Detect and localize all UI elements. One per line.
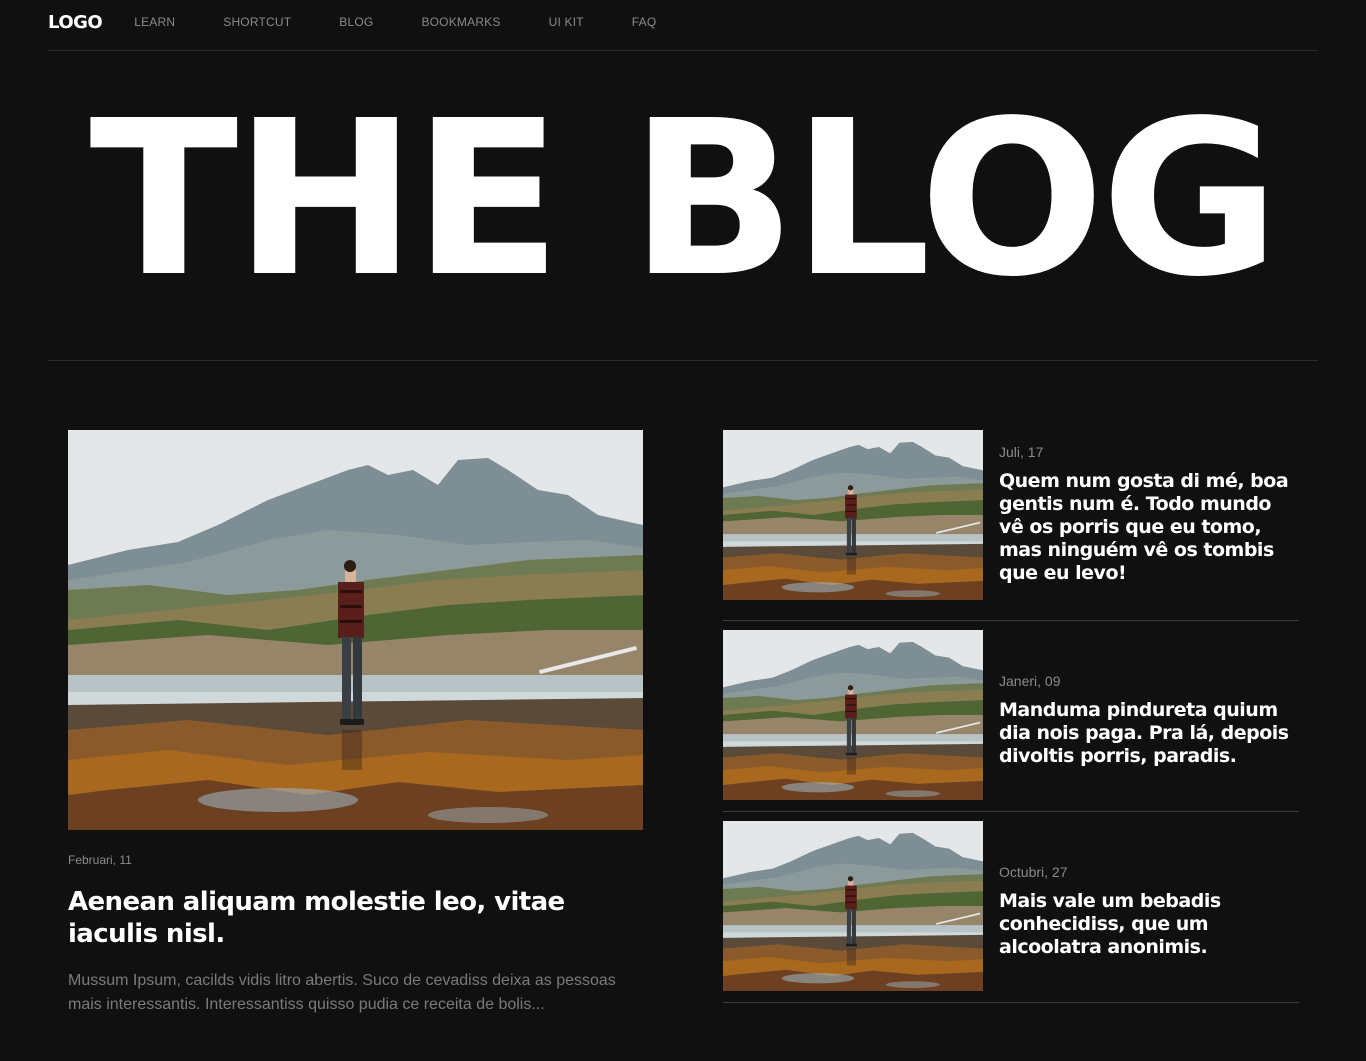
post-thumbnail[interactable] — [723, 430, 983, 600]
nav-link-ui-kit[interactable]: UI KIT — [549, 15, 584, 29]
nav-link-bookmarks[interactable]: BOOKMARKS — [421, 15, 500, 29]
post-text: Janeri, 09 Manduma pindureta quium dia n… — [983, 630, 1299, 811]
list-item[interactable]: Janeri, 09 Manduma pindureta quium dia n… — [723, 621, 1299, 812]
featured-post[interactable]: Februari, 11 Aenean aliquam molestie leo… — [68, 430, 643, 1017]
top-navigation: LOGO LEARN SHORTCUT BLOG BOOKMARKS UI KI… — [48, 0, 1318, 51]
logo[interactable]: LOGO — [48, 12, 103, 33]
post-title[interactable]: Manduma pindureta quium dia nois paga. P… — [999, 699, 1299, 768]
nav-links: LEARN SHORTCUT BLOG BOOKMARKS UI KIT FAQ — [134, 15, 704, 29]
recent-posts-list: Juli, 17 Quem num gosta di mé, boa genti… — [723, 430, 1299, 1003]
hero: THE BLOG — [48, 52, 1318, 361]
post-text: Octubri, 27 Mais vale um bebadis conheci… — [983, 821, 1299, 1002]
post-date: Octubri, 27 — [999, 864, 1068, 880]
featured-post-image[interactable] — [68, 430, 643, 830]
post-thumbnail[interactable] — [723, 630, 983, 800]
post-title[interactable]: Quem num gosta di mé, boa gentis num é. … — [999, 470, 1299, 585]
featured-post-title[interactable]: Aenean aliquam molestie leo, vitae iacul… — [68, 886, 628, 950]
post-date: Janeri, 09 — [999, 673, 1061, 689]
featured-post-excerpt: Mussum Ipsum, cacilds vidis litro aberti… — [68, 972, 616, 1013]
post-title[interactable]: Mais vale um bebadis conhecidiss, que um… — [999, 890, 1299, 959]
nav-link-blog[interactable]: BLOG — [339, 15, 373, 29]
list-item[interactable]: Octubri, 27 Mais vale um bebadis conheci… — [723, 812, 1299, 1003]
post-text: Juli, 17 Quem num gosta di mé, boa genti… — [983, 430, 1299, 620]
nav-link-shortcut[interactable]: SHORTCUT — [223, 15, 291, 29]
list-item[interactable]: Juli, 17 Quem num gosta di mé, boa genti… — [723, 430, 1299, 621]
featured-post-date: Februari, 11 — [68, 853, 132, 867]
nav-link-learn[interactable]: LEARN — [134, 15, 175, 29]
blog-page: LOGO LEARN SHORTCUT BLOG BOOKMARKS UI KI… — [0, 0, 1366, 1061]
post-date: Juli, 17 — [999, 444, 1044, 460]
page-title: THE BLOG — [89, 75, 1281, 324]
post-thumbnail[interactable] — [723, 821, 983, 991]
nav-link-faq[interactable]: FAQ — [632, 15, 657, 29]
